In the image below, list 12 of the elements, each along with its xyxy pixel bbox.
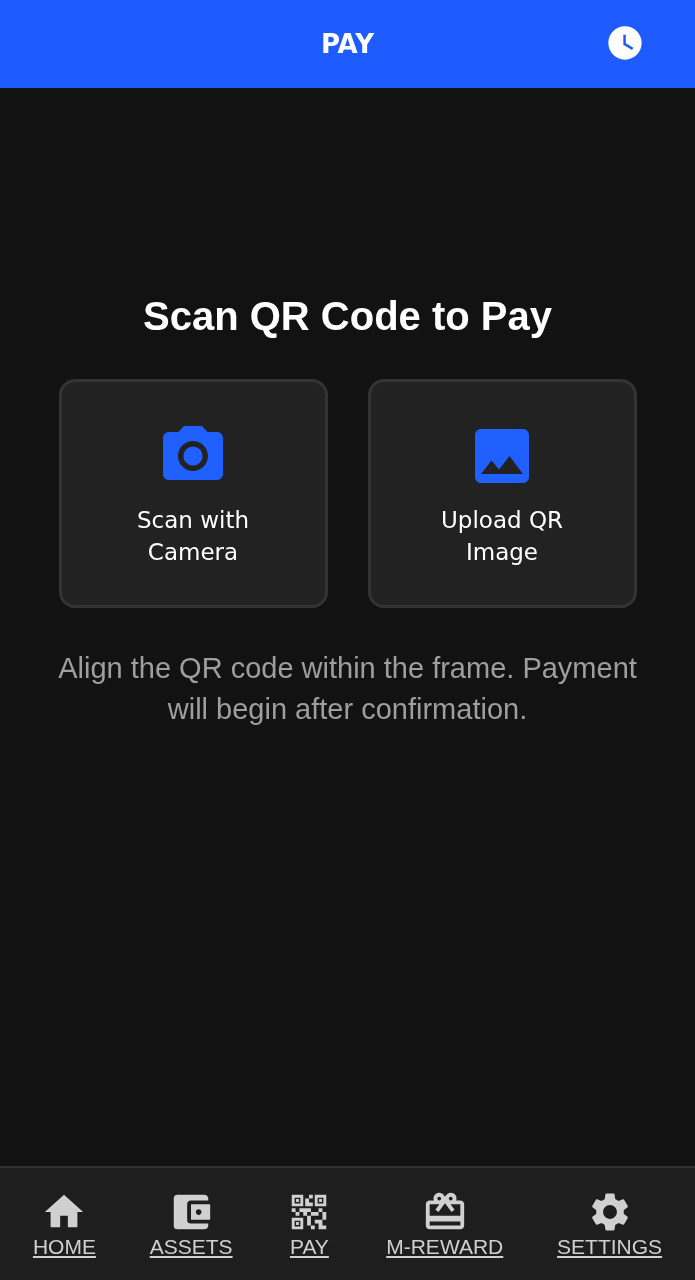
scan-camera-button[interactable]: Scan with Camera bbox=[58, 379, 328, 608]
nav-item[interactable]: PAY bbox=[286, 1189, 333, 1259]
scan-heading: Scan QR Code to Pay bbox=[143, 294, 552, 339]
nav-item[interactable]: HOME bbox=[32, 1189, 96, 1259]
page-title: PAY bbox=[320, 29, 375, 59]
history-button[interactable] bbox=[605, 23, 645, 63]
clock-icon bbox=[605, 23, 645, 63]
instruction-text: Align the QR code within the frame. Payment will begin after confirmation. bbox=[57, 651, 638, 727]
nav-item[interactable]: SETTINGS bbox=[557, 1189, 663, 1259]
nav-item[interactable]: ASSETS bbox=[149, 1189, 233, 1259]
nav-item[interactable]: M-REWARD bbox=[386, 1189, 504, 1259]
upload-image-button[interactable]: Upload QR Image bbox=[367, 379, 637, 608]
